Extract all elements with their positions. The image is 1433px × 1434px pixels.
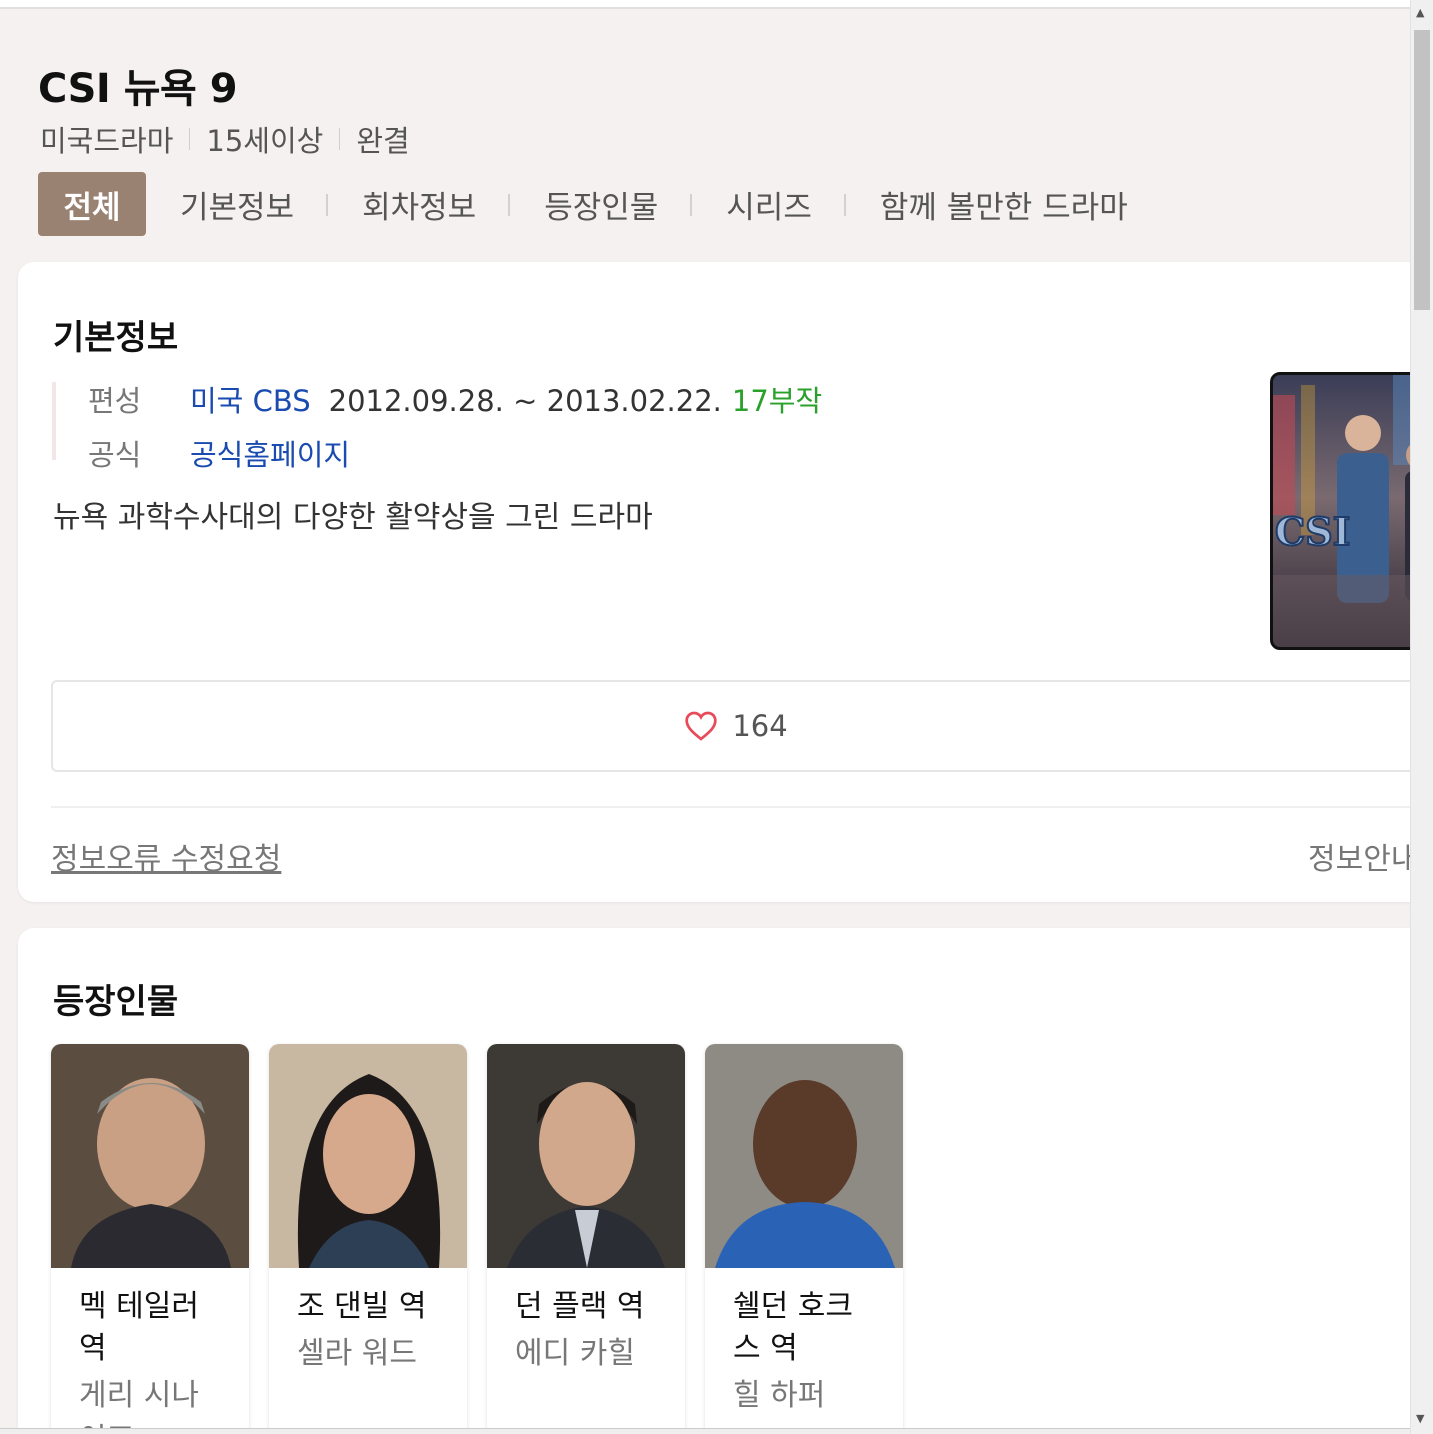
official-homepage-link[interactable]: 공식홈페이지 [190,432,350,474]
cast-item[interactable]: 조 댄빌 역 셀라 워드 [269,1044,467,1434]
section-divider [51,806,1428,808]
meta-rating: 15세이상 [206,124,324,158]
meta-genre: 미국드라마 [40,124,174,158]
top-edge [0,0,1410,9]
role-name: 쉘던 호크스 역 [733,1289,853,1366]
role-name: 조 댄빌 역 [297,1289,427,1324]
meta-status: 완결 [356,124,410,158]
drama-meta: 미국드라마 15세이상 완결 [40,118,410,160]
episode-count[interactable]: 17부작 [732,378,822,420]
actor-name: 힐 하퍼 [733,1378,826,1413]
broadcast-row: 편성 미국 CBS 2012.09.28. ~ 2013.02.22. 17부작 [88,378,822,420]
official-label: 공식 [88,438,142,472]
page-title: CSI 뉴욕 9 [38,66,238,112]
role-name: 던 플랙 역 [515,1289,645,1324]
actor-name: 게리 시나이즈 [79,1378,199,1434]
actor-name: 에디 카힐 [515,1336,635,1371]
scroll-down-icon[interactable]: ▼ [1416,1412,1424,1425]
meta-divider [339,128,341,150]
actor-photo [269,1044,467,1268]
tab-cast[interactable]: 등장인물 [510,172,693,236]
cast-item[interactable]: 쉘던 호크스 역 힐 하퍼 [705,1044,903,1434]
tab-bar: 전체 기본정보 회차정보 등장인물 시리즈 함께 볼만한 드라마 [38,172,1162,236]
official-row: 공식 공식홈페이지 [88,432,350,474]
tab-recommended[interactable]: 함께 볼만한 드라마 [846,172,1162,236]
info-guide-link[interactable]: 정보안내 [1308,834,1418,878]
cast-item[interactable]: 멕 테일러 역 게리 시나이즈 [51,1044,249,1434]
heart-icon [685,711,717,741]
basic-info-heading: 기본정보 [53,318,179,358]
broadcast-label: 편성 [88,384,142,418]
cast-card: 등장인물 멕 테일러 역 게리 시나이즈 조 댄빌 역 [18,928,1428,1434]
actor-photo [487,1044,685,1268]
report-error-link[interactable]: 정보오류 수정요청 [51,834,281,878]
tab-episodes[interactable]: 회차정보 [328,172,511,236]
scrollbar-thumb[interactable] [1414,30,1430,310]
cast-item[interactable]: 던 플랙 역 에디 카힐 [487,1044,685,1434]
drama-poster[interactable]: CSI [1270,372,1428,650]
vertical-scrollbar[interactable]: ▲ ▼ [1410,0,1433,1434]
broadcast-dates: 2012.09.28. ~ 2013.02.22. [328,384,722,418]
tab-basic-info[interactable]: 기본정보 [146,172,329,236]
like-count: 164 [732,709,788,743]
basic-info-card: 기본정보 편성 미국 CBS 2012.09.28. ~ 2013.02.22.… [18,262,1428,902]
poster-logo: CSI [1275,509,1350,554]
meta-divider [189,128,191,150]
actor-photo [705,1044,903,1268]
like-button[interactable]: 164 [51,680,1428,772]
cast-heading: 등장인물 [53,982,179,1022]
role-name: 멕 테일러 역 [79,1289,199,1366]
poster-image: CSI [1273,375,1428,647]
broadcast-channel-link[interactable]: 미국 CBS [190,378,311,420]
drama-description: 뉴욕 과학수사대의 다양한 활약상을 그린 드라마 [53,500,653,535]
bottom-edge [0,1428,1410,1434]
cast-list: 멕 테일러 역 게리 시나이즈 조 댄빌 역 셀라 워드 [51,1044,903,1434]
tab-all[interactable]: 전체 [38,172,146,236]
info-accent-bar [52,382,56,460]
actor-name: 셀라 워드 [297,1336,417,1371]
tab-series[interactable]: 시리즈 [692,172,846,236]
scroll-up-icon[interactable]: ▲ [1416,6,1424,19]
actor-photo [51,1044,249,1268]
